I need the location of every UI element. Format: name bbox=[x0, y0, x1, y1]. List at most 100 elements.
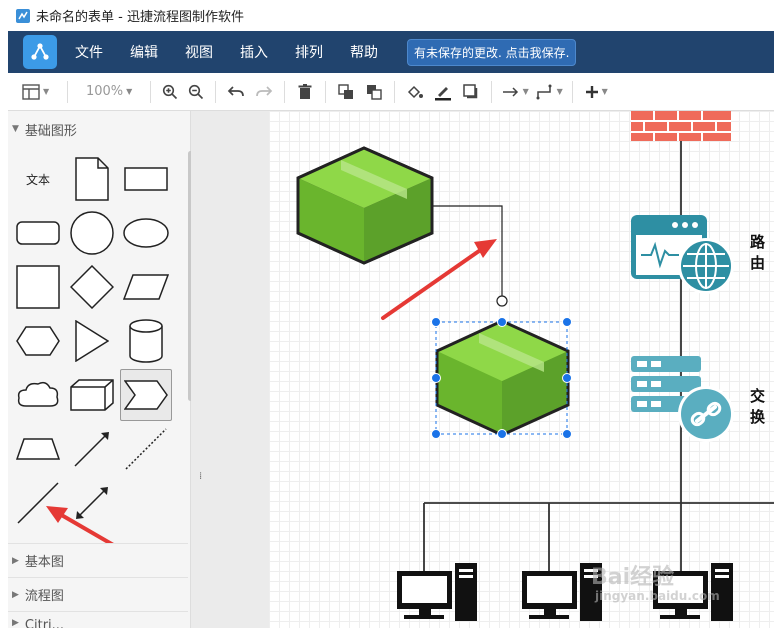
zoom-in-button[interactable] bbox=[157, 80, 183, 104]
dotted-line-icon bbox=[125, 428, 167, 470]
section-label: 基本图 bbox=[24, 555, 64, 570]
computer-icon bbox=[397, 563, 477, 621]
menu-arrange[interactable]: 排列 bbox=[295, 42, 323, 62]
expand-triangle-icon: ▶ bbox=[12, 555, 19, 566]
cylinder-shape-icon bbox=[129, 319, 163, 363]
connection-style-button[interactable]: ▼ bbox=[498, 80, 532, 104]
delete-button[interactable] bbox=[291, 80, 319, 104]
zoom-value: 100% bbox=[85, 84, 124, 99]
watermark-url: jingyan.baidu.com bbox=[595, 589, 720, 603]
rectangle-shape-icon bbox=[124, 167, 168, 191]
app-logo[interactable] bbox=[23, 35, 57, 69]
shape-text[interactable]: 文本 bbox=[12, 153, 64, 205]
menu-bar: 文件 编辑 视图 插入 排列 帮助 有未保存的更改. 点击我保存. bbox=[8, 31, 774, 73]
shadow-button[interactable] bbox=[457, 80, 485, 104]
shape-rectangle[interactable] bbox=[120, 153, 172, 205]
shape-ellipse[interactable] bbox=[120, 207, 172, 259]
undo-icon bbox=[227, 85, 245, 96]
triangle-shape-icon bbox=[75, 320, 109, 362]
waypoints-button[interactable]: ▼ bbox=[532, 80, 566, 104]
pen-icon bbox=[435, 86, 452, 100]
shape-square[interactable] bbox=[12, 261, 64, 313]
unsaved-changes-button[interactable]: 有未保存的更改. 点击我保存. bbox=[407, 38, 577, 66]
redo-icon bbox=[256, 85, 273, 96]
connector-line bbox=[429, 205, 503, 306]
send-to-back-button[interactable] bbox=[360, 80, 388, 104]
shape-rounded-rectangle[interactable] bbox=[12, 207, 64, 259]
menu-file[interactable]: 文件 bbox=[75, 42, 103, 62]
switch-label: 交换 bbox=[750, 387, 766, 426]
toolbar: ▼ 100% ▼ ▼ ▼ ▼ bbox=[8, 73, 774, 111]
trapezoid-shape-icon bbox=[16, 438, 60, 460]
parallelogram-shape-icon bbox=[123, 274, 169, 300]
app-icon bbox=[16, 8, 30, 23]
paint-bucket-icon bbox=[408, 85, 424, 98]
section-basic[interactable]: ▶ 基本图 bbox=[8, 543, 188, 577]
menu-insert[interactable]: 插入 bbox=[240, 42, 268, 62]
format-panel-button[interactable]: ▼ bbox=[22, 80, 49, 104]
window-titlebar: 未命名的表单 - 迅捷流程图制作软件 bbox=[0, 0, 774, 31]
green-box-shape-top bbox=[296, 146, 434, 265]
zoom-out-button[interactable] bbox=[183, 80, 209, 104]
document-shape-icon bbox=[75, 157, 109, 201]
arrow-right-icon bbox=[502, 86, 518, 97]
menu-help[interactable]: 帮助 bbox=[350, 42, 378, 62]
shadow-icon bbox=[463, 83, 478, 98]
section-citrix[interactable]: ▶ Citri... bbox=[8, 611, 188, 628]
hexagon-shape-icon bbox=[16, 326, 60, 356]
arrow-line-icon bbox=[74, 432, 109, 467]
to-front-icon bbox=[338, 83, 354, 99]
elbow-connector-icon bbox=[536, 84, 552, 99]
section-title: 基础图形 bbox=[24, 123, 77, 139]
plus-icon bbox=[585, 85, 598, 98]
zoom-select[interactable]: 100% ▼ bbox=[74, 80, 144, 104]
shape-trapezoid[interactable] bbox=[12, 423, 64, 475]
cloud-shape-icon bbox=[17, 381, 59, 407]
panel-layout-icon bbox=[22, 83, 40, 100]
shape-arrow-line[interactable] bbox=[66, 423, 118, 475]
watermark-logo: Bai经验 bbox=[591, 565, 675, 590]
section-label: Citri... bbox=[24, 618, 65, 628]
section-label: 流程图 bbox=[24, 589, 64, 604]
insert-button[interactable]: ▼ bbox=[579, 80, 613, 104]
chevron-step-shape-icon bbox=[124, 380, 168, 410]
trash-icon bbox=[298, 83, 312, 99]
menu-view[interactable]: 视图 bbox=[185, 42, 213, 62]
text-shape-label: 文本 bbox=[25, 172, 50, 187]
green-box-shape-selected bbox=[435, 319, 570, 437]
fill-color-button[interactable] bbox=[401, 80, 429, 104]
shape-cylinder[interactable] bbox=[120, 315, 172, 367]
shape-cloud[interactable] bbox=[12, 369, 64, 421]
section-flowchart[interactable]: ▶ 流程图 bbox=[8, 577, 188, 611]
expand-triangle-icon: ▶ bbox=[12, 589, 19, 600]
undo-button[interactable] bbox=[222, 80, 250, 104]
shape-step[interactable] bbox=[120, 369, 172, 421]
section-basic-shapes[interactable]: ▼ 基础图形 bbox=[8, 111, 190, 147]
shape-hexagon[interactable] bbox=[12, 315, 64, 367]
square-shape-icon bbox=[16, 265, 60, 309]
computer-icon bbox=[522, 563, 602, 621]
expand-triangle-icon: ▶ bbox=[12, 618, 19, 628]
redo-button[interactable] bbox=[250, 80, 278, 104]
shape-diamond[interactable] bbox=[66, 261, 118, 313]
shape-note[interactable] bbox=[66, 153, 118, 205]
shape-cube[interactable] bbox=[66, 369, 118, 421]
sidebar-splitter[interactable]: ⁞ bbox=[191, 111, 269, 628]
firewall-icon bbox=[631, 111, 731, 141]
shape-dotted-line[interactable] bbox=[120, 423, 172, 475]
shape-sidebar: ▼ 基础图形 文本 ▶ 基本图 ▶ 流程图 ▶ Citri... bbox=[8, 111, 193, 628]
shape-circle[interactable] bbox=[66, 207, 118, 259]
window-title: 未命名的表单 - 迅捷流程图制作软件 bbox=[36, 10, 244, 25]
shape-parallelogram[interactable] bbox=[120, 261, 172, 313]
line-color-button[interactable] bbox=[429, 80, 457, 104]
splitter-grip-icon[interactable]: ⁞ bbox=[199, 471, 202, 482]
zoom-out-icon bbox=[189, 84, 204, 99]
collapse-triangle-icon: ▼ bbox=[12, 124, 19, 134]
bring-to-front-button[interactable] bbox=[332, 80, 360, 104]
rounded-rectangle-shape-icon bbox=[16, 221, 60, 245]
router-icon bbox=[631, 215, 734, 294]
menu-edit[interactable]: 编辑 bbox=[130, 42, 158, 62]
rotate-handle-icon bbox=[496, 295, 508, 307]
shape-triangle[interactable] bbox=[66, 315, 118, 367]
diagram-canvas[interactable]: 路由 交换 Bai经验 jingyan.baidu.com bbox=[269, 111, 774, 628]
